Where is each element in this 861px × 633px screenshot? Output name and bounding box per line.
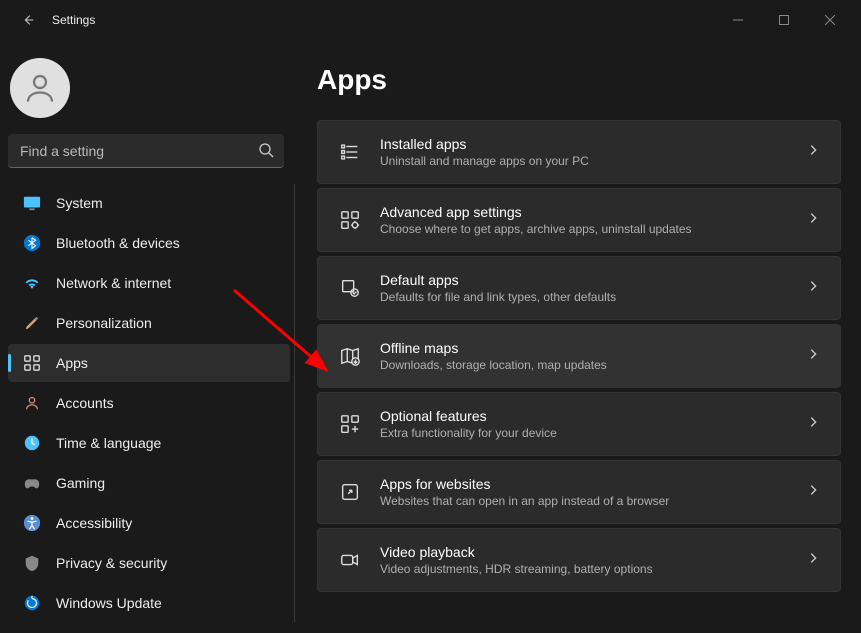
card-title: Video playback	[380, 544, 806, 560]
card-subtitle: Extra functionality for your device	[380, 426, 806, 440]
arrow-left-icon	[21, 13, 35, 27]
sidebar-item-label: Apps	[56, 355, 88, 371]
shield-icon	[22, 553, 42, 573]
card-installed-apps[interactable]: Installed apps Uninstall and manage apps…	[317, 120, 841, 184]
card-default-apps[interactable]: Default apps Defaults for file and link …	[317, 256, 841, 320]
search-icon	[258, 142, 274, 163]
card-title: Advanced app settings	[380, 204, 806, 220]
close-button[interactable]	[807, 4, 853, 36]
window-title: Settings	[52, 13, 95, 27]
sidebar-item-accessibility[interactable]: Accessibility	[8, 504, 290, 542]
features-icon	[338, 412, 362, 436]
sidebar-item-label: Windows Update	[56, 595, 162, 611]
apps-icon	[22, 353, 42, 373]
close-icon	[825, 15, 835, 25]
card-subtitle: Downloads, storage location, map updates	[380, 358, 806, 372]
card-title: Offline maps	[380, 340, 806, 356]
card-subtitle: Choose where to get apps, archive apps, …	[380, 222, 806, 236]
sidebar-item-label: Accounts	[56, 395, 114, 411]
card-advanced-settings[interactable]: Advanced app settings Choose where to ge…	[317, 188, 841, 252]
card-apps-websites[interactable]: Apps for websites Websites that can open…	[317, 460, 841, 524]
sidebar-item-accounts[interactable]: Accounts	[8, 384, 290, 422]
sidebar-item-personalization[interactable]: Personalization	[8, 304, 290, 342]
sidebar-item-label: Network & internet	[56, 275, 171, 291]
update-icon	[22, 593, 42, 613]
chevron-right-icon	[806, 347, 820, 366]
card-video-playback[interactable]: Video playback Video adjustments, HDR st…	[317, 528, 841, 592]
card-optional-features[interactable]: Optional features Extra functionality fo…	[317, 392, 841, 456]
chevron-right-icon	[806, 483, 820, 502]
card-subtitle: Websites that can open in an app instead…	[380, 494, 806, 508]
maximize-button[interactable]	[761, 4, 807, 36]
chevron-right-icon	[806, 211, 820, 230]
card-title: Default apps	[380, 272, 806, 288]
maximize-icon	[779, 15, 789, 25]
gamepad-icon	[22, 473, 42, 493]
default-apps-icon	[338, 276, 362, 300]
card-subtitle: Uninstall and manage apps on your PC	[380, 154, 806, 168]
sidebar-item-apps[interactable]: Apps	[8, 344, 290, 382]
sidebar-item-system[interactable]: System	[8, 184, 290, 222]
paintbrush-icon	[22, 313, 42, 333]
sidebar-item-label: System	[56, 195, 103, 211]
chevron-right-icon	[806, 143, 820, 162]
monitor-icon	[22, 193, 42, 213]
back-button[interactable]	[8, 0, 48, 40]
sidebar-item-network[interactable]: Network & internet	[8, 264, 290, 302]
chevron-right-icon	[806, 279, 820, 298]
list-icon	[338, 140, 362, 164]
sidebar-item-label: Bluetooth & devices	[56, 235, 180, 251]
card-title: Optional features	[380, 408, 806, 424]
minimize-button[interactable]	[715, 4, 761, 36]
accessibility-icon	[22, 513, 42, 533]
card-title: Installed apps	[380, 136, 806, 152]
wifi-icon	[22, 273, 42, 293]
chevron-right-icon	[806, 551, 820, 570]
sidebar-item-bluetooth[interactable]: Bluetooth & devices	[8, 224, 290, 262]
app-settings-icon	[338, 208, 362, 232]
sidebar-item-time[interactable]: Time & language	[8, 424, 290, 462]
page-title: Apps	[317, 64, 841, 96]
card-title: Apps for websites	[380, 476, 806, 492]
card-subtitle: Defaults for file and link types, other …	[380, 290, 806, 304]
card-offline-maps[interactable]: Offline maps Downloads, storage location…	[317, 324, 841, 388]
card-subtitle: Video adjustments, HDR streaming, batter…	[380, 562, 806, 576]
sidebar-item-label: Personalization	[56, 315, 152, 331]
sidebar-item-label: Time & language	[56, 435, 161, 451]
person-icon	[22, 70, 58, 106]
minimize-icon	[733, 15, 743, 25]
sidebar-item-label: Privacy & security	[56, 555, 167, 571]
chevron-right-icon	[806, 415, 820, 434]
avatar[interactable]	[10, 58, 70, 118]
sidebar-item-privacy[interactable]: Privacy & security	[8, 544, 290, 582]
map-icon	[338, 344, 362, 368]
person-icon	[22, 393, 42, 413]
sidebar-item-label: Accessibility	[56, 515, 132, 531]
search-input[interactable]	[8, 134, 284, 168]
video-icon	[338, 548, 362, 572]
sidebar-item-gaming[interactable]: Gaming	[8, 464, 290, 502]
sidebar-item-label: Gaming	[56, 475, 105, 491]
bluetooth-icon	[22, 233, 42, 253]
sidebar-item-update[interactable]: Windows Update	[8, 584, 290, 622]
link-icon	[338, 480, 362, 504]
clock-icon	[22, 433, 42, 453]
